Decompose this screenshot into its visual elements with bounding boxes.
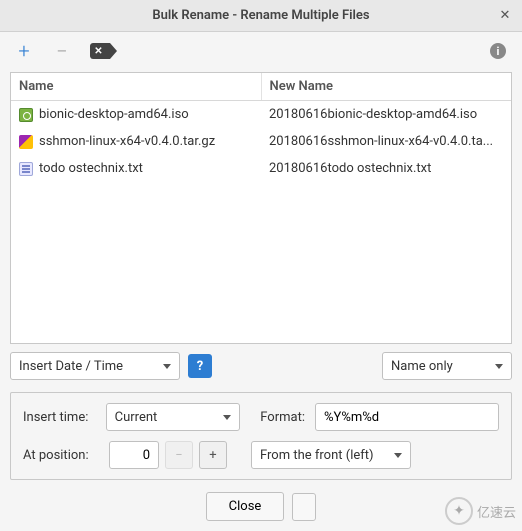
clear-icon: ✕ — [90, 43, 110, 59]
info-icon: i — [490, 43, 506, 59]
titlebar: Bulk Rename - Rename Multiple Files ✕ — [0, 0, 522, 32]
chevron-down-icon — [394, 453, 402, 458]
insert-time-select[interactable]: Current — [106, 403, 241, 431]
position-input[interactable] — [109, 441, 159, 469]
position-label: At position: — [23, 448, 99, 463]
parameters-panel: Insert time: Current Format: At position… — [10, 392, 512, 480]
scope-select-value: Name only — [391, 359, 453, 374]
cell-new-name: 20180616sshmon-linux-x64-v0.4.0.ta... — [269, 134, 493, 149]
position-increment-button[interactable]: + — [199, 441, 227, 469]
direction-value: From the front (left) — [260, 448, 374, 463]
cell-new-name: 20180616bionic-desktop-amd64.iso — [269, 107, 477, 122]
operation-select[interactable]: Insert Date / Time — [10, 352, 180, 380]
info-button[interactable]: i — [488, 41, 508, 61]
operation-select-value: Insert Date / Time — [19, 359, 123, 374]
add-files-button[interactable]: + — [14, 41, 34, 61]
watermark-logo-icon: ✦ — [445, 497, 473, 525]
file-table: Name New Name bionic-desktop-amd64.iso 2… — [10, 72, 512, 344]
secondary-button[interactable] — [292, 493, 316, 521]
minus-icon: − — [175, 448, 182, 463]
watermark: ✦ 亿速云 — [445, 497, 516, 525]
table-row[interactable]: bionic-desktop-amd64.iso 20180616bionic-… — [11, 101, 511, 128]
cell-name: sshmon-linux-x64-v0.4.0.tar.gz — [39, 134, 215, 149]
file-icon-text — [19, 162, 33, 176]
scope-select[interactable]: Name only — [382, 352, 512, 380]
table-row[interactable]: sshmon-linux-x64-v0.4.0.tar.gz 20180616s… — [11, 128, 511, 155]
chevron-down-icon — [223, 415, 231, 420]
format-input[interactable] — [315, 403, 499, 431]
plus-icon: + — [209, 448, 216, 463]
cell-new-name: 20180616todo ostechnix.txt — [269, 161, 431, 176]
insert-time-label: Insert time: — [23, 410, 96, 425]
table-row[interactable]: todo ostechnix.txt 20180616todo ostechni… — [11, 155, 511, 182]
file-icon-archive — [19, 135, 33, 149]
dialog-footer: Close ✦ 亿速云 — [0, 480, 522, 531]
clear-button[interactable]: ✕ — [90, 41, 110, 61]
window-title: Bulk Rename - Rename Multiple Files — [152, 8, 369, 23]
close-button[interactable]: Close — [206, 492, 285, 521]
column-header-name[interactable]: Name — [11, 73, 262, 100]
plus-icon: + — [18, 41, 29, 61]
table-header: Name New Name — [11, 73, 511, 101]
position-decrement-button[interactable]: − — [165, 441, 193, 469]
insert-time-value: Current — [115, 410, 158, 425]
minus-icon: − — [56, 41, 67, 61]
direction-select[interactable]: From the front (left) — [251, 441, 411, 469]
cell-name: bionic-desktop-amd64.iso — [39, 107, 189, 122]
help-icon: ? — [197, 359, 203, 374]
toolbar: + − ✕ i — [0, 32, 522, 70]
position-stepper: − + — [109, 441, 227, 469]
chevron-down-icon — [163, 364, 171, 369]
window-close-button[interactable]: ✕ — [496, 6, 514, 24]
close-icon: ✕ — [500, 8, 511, 23]
watermark-text: 亿速云 — [477, 502, 516, 521]
remove-files-button[interactable]: − — [52, 41, 72, 61]
mode-row: Insert Date / Time ? Name only — [10, 352, 512, 380]
column-header-new-name[interactable]: New Name — [262, 73, 512, 100]
table-body: bionic-desktop-amd64.iso 20180616bionic-… — [11, 101, 511, 182]
chevron-down-icon — [495, 364, 503, 369]
format-label: Format: — [260, 410, 305, 425]
help-button[interactable]: ? — [188, 354, 212, 378]
file-icon-iso — [19, 108, 33, 122]
cell-name: todo ostechnix.txt — [39, 161, 143, 176]
